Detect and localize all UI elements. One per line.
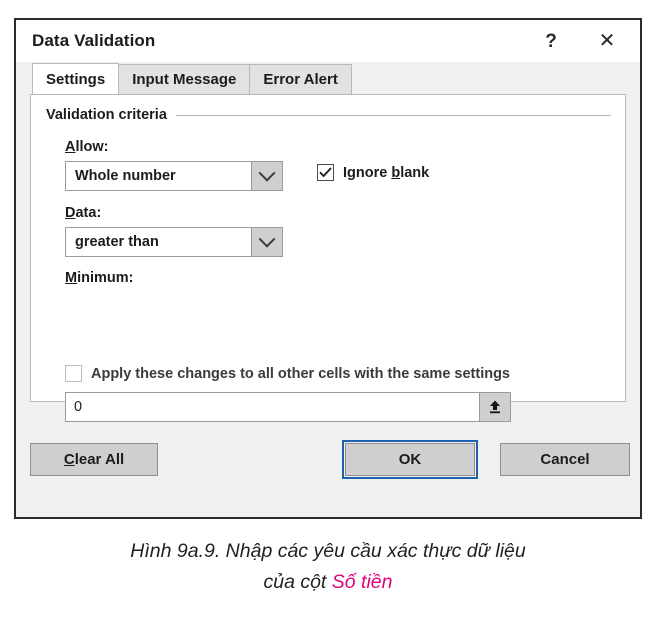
close-icon: ✕ — [598, 30, 616, 52]
clear-all-label: Clear All — [64, 451, 124, 468]
dialog-titlebar: Data Validation ? ✕ — [16, 20, 640, 62]
clear-all-rest: lear All — [74, 451, 125, 468]
tab-settings-label: Settings — [46, 70, 106, 88]
minimum-label-rest: inimum: — [77, 270, 134, 286]
dialog-footer: Clear All OK Cancel — [16, 402, 640, 517]
validation-criteria-group-header: Validation criteria — [46, 107, 611, 123]
minimum-label-accel: M — [65, 270, 78, 286]
tab-input-message[interactable]: Input Message — [118, 64, 251, 94]
ok-button[interactable]: OK — [345, 443, 475, 476]
validation-criteria-label: Validation criteria — [46, 107, 167, 123]
ignore-blank-checkbox-row[interactable]: Ignore blank — [317, 164, 429, 181]
figure-caption-line2: của cột Số tiền — [0, 567, 656, 598]
data-combobox-chevron-down-icon[interactable] — [251, 228, 282, 256]
ignore-blank-checkbox[interactable] — [317, 164, 334, 181]
allow-combobox[interactable]: Whole number — [65, 161, 283, 191]
allow-combobox-chevron-down-icon[interactable] — [251, 162, 282, 190]
ignore-blank-label-before: Ignore — [343, 164, 392, 181]
cancel-button[interactable]: Cancel — [500, 443, 630, 476]
data-label-rest: ata: — [75, 205, 102, 221]
checkmark-icon — [319, 167, 332, 178]
data-combobox-value: greater than — [75, 234, 159, 250]
data-label: Data: — [65, 205, 101, 221]
data-label-accel: D — [65, 205, 76, 221]
cancel-button-label: Cancel — [540, 451, 590, 468]
tab-settings[interactable]: Settings — [32, 63, 120, 94]
ok-button-label: OK — [398, 451, 422, 468]
help-icon: ? — [545, 30, 557, 52]
settings-tab-panel: Validation criteria Allow: Whole number … — [30, 94, 626, 422]
allow-combobox-value: Whole number — [75, 168, 176, 184]
ignore-blank-label: Ignore blank — [343, 165, 429, 181]
allow-label-accel: A — [65, 139, 76, 155]
chevron-down-icon — [258, 230, 276, 248]
tab-input-message-label: Input Message — [132, 71, 237, 88]
data-combobox[interactable]: greater than — [65, 227, 283, 257]
figure-caption-highlight: Số tiền — [331, 571, 393, 593]
apply-changes-checkbox[interactable] — [65, 365, 82, 382]
clear-all-button[interactable]: Clear All — [30, 443, 158, 476]
group-divider — [175, 114, 611, 116]
allow-label: Allow: — [65, 139, 109, 155]
help-button[interactable]: ? — [528, 20, 574, 62]
chevron-down-icon — [258, 164, 276, 182]
minimum-label: Minimum: — [65, 270, 133, 286]
tab-error-alert-label: Error Alert — [263, 71, 338, 88]
figure-caption: Hình 9a.9. Nhập các yêu cầu xác thực dữ … — [0, 536, 656, 598]
ok-button-focus-ring: OK — [342, 440, 478, 479]
ignore-blank-label-accel: b — [391, 164, 401, 181]
figure-caption-line2-prefix: của cột — [263, 571, 332, 593]
ignore-blank-label-after: lank — [400, 164, 430, 181]
tab-error-alert[interactable]: Error Alert — [249, 64, 352, 94]
apply-changes-label: Apply these changes to all other cells w… — [91, 365, 510, 382]
apply-changes-checkbox-row[interactable]: Apply these changes to all other cells w… — [65, 365, 510, 382]
allow-label-rest: llow: — [75, 139, 109, 155]
figure-caption-line1: Hình 9a.9. Nhập các yêu cầu xác thực dữ … — [130, 540, 526, 562]
clear-all-accel: C — [63, 451, 75, 468]
close-button[interactable]: ✕ — [584, 20, 630, 62]
dialog-tabs: Settings Input Message Error Alert — [16, 62, 640, 94]
dialog-title: Data Validation — [32, 31, 156, 50]
data-validation-dialog: Data Validation ? ✕ Settings Input Messa… — [14, 18, 642, 519]
